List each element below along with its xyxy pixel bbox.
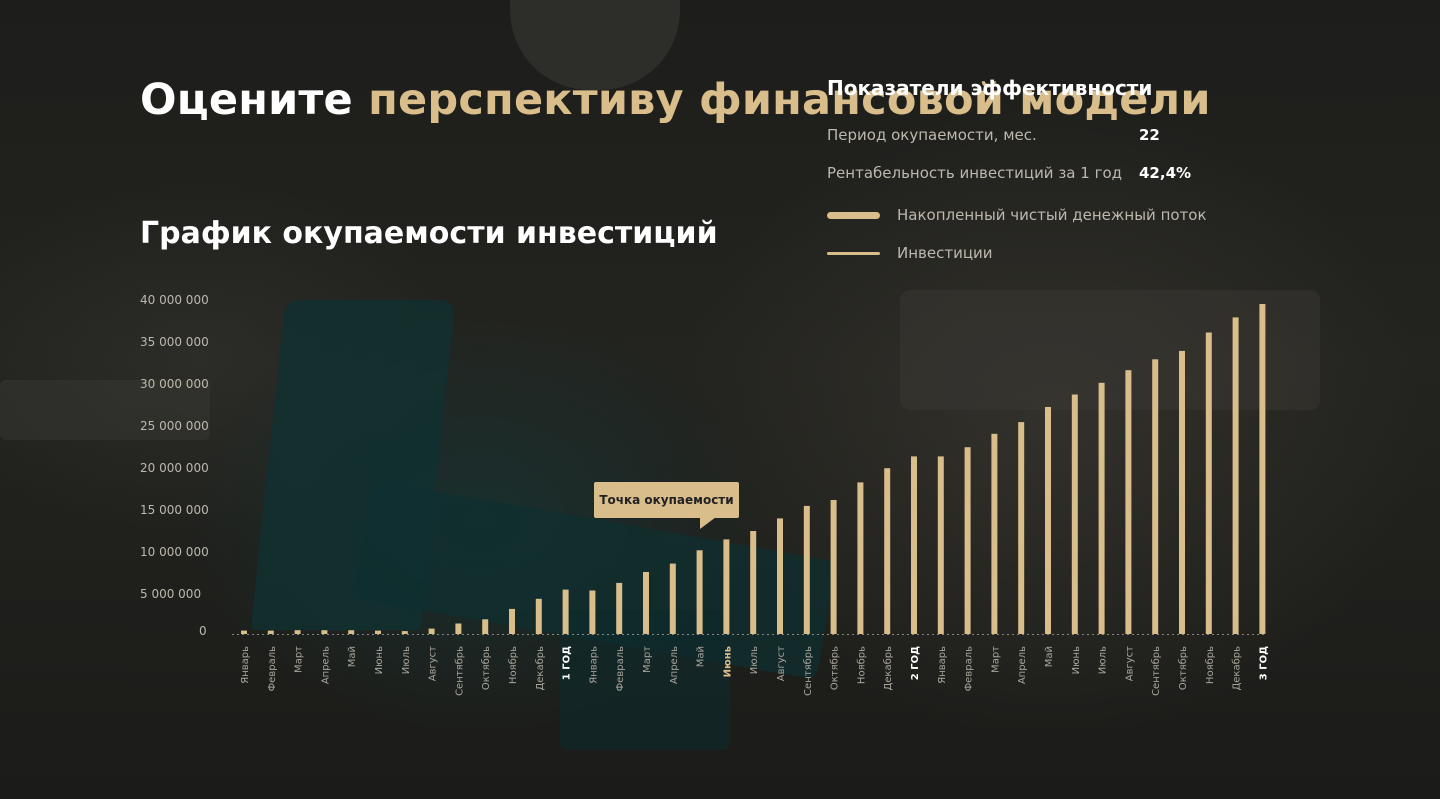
chart-bar bbox=[937, 456, 944, 634]
chart-bar bbox=[535, 598, 542, 634]
chart-bar bbox=[1018, 422, 1025, 634]
chart-bar bbox=[1125, 370, 1132, 634]
x-tick-label: Февраль bbox=[964, 646, 975, 692]
x-tick-label: Январь bbox=[937, 646, 948, 684]
chart-bar bbox=[1259, 304, 1266, 634]
x-tick-label: Апрель bbox=[669, 646, 680, 684]
x-tick-label: Март bbox=[990, 646, 1001, 673]
x-tick-label: Июль bbox=[401, 646, 412, 674]
x-tick-label: Апрель bbox=[320, 646, 331, 684]
chart-bar bbox=[562, 589, 569, 634]
chart-bar bbox=[509, 608, 515, 634]
x-tick-label: Сентябрь bbox=[454, 646, 465, 696]
chart-bar bbox=[1205, 332, 1212, 634]
chart-bar bbox=[884, 468, 891, 634]
x-tick-label: Июнь bbox=[1071, 646, 1082, 674]
chart-bar bbox=[294, 630, 301, 634]
x-tick-label: Февраль bbox=[615, 646, 626, 692]
chart-bar bbox=[1179, 350, 1185, 634]
x-tick-label: 2 ГОД bbox=[910, 646, 921, 680]
chart-bar bbox=[375, 630, 381, 634]
x-tick-label: Ноябрь bbox=[856, 646, 867, 684]
chart-bar bbox=[482, 619, 489, 634]
chart-bar bbox=[723, 539, 730, 634]
chart-bar bbox=[1071, 394, 1078, 634]
x-tick-label: Октябрь bbox=[1178, 646, 1189, 690]
chart-bar bbox=[777, 518, 783, 634]
chart-bar bbox=[348, 630, 355, 634]
x-tick-label: Октябрь bbox=[830, 646, 841, 690]
x-tick-label: Июль bbox=[749, 646, 760, 674]
chart-bar bbox=[857, 482, 864, 634]
chart-bar bbox=[696, 550, 703, 635]
x-tick-label: Декабрь bbox=[1232, 646, 1243, 691]
chart-bar bbox=[669, 563, 676, 634]
x-tick-label: Июнь bbox=[374, 646, 385, 674]
x-tick-label: Март bbox=[294, 646, 305, 673]
x-tick-label: Сентябрь bbox=[1151, 646, 1162, 696]
x-tick-label: Май bbox=[347, 646, 358, 667]
payback-point-callout-tail bbox=[700, 517, 716, 529]
chart-bar bbox=[830, 500, 837, 634]
payback-point-callout: Точка окупаемости bbox=[594, 482, 739, 518]
payback-bar-chart: Январь Февраль Март Апрель Май Июнь Июль Август… bbox=[232, 304, 1269, 696]
x-tick-label: Февраль bbox=[267, 646, 278, 692]
chart-bar bbox=[455, 623, 462, 634]
x-tick-label: Август bbox=[776, 646, 787, 681]
x-tick-label: Ноябрь bbox=[508, 646, 519, 684]
x-tick-label: Сентябрь bbox=[803, 646, 814, 696]
chart-bar bbox=[1232, 317, 1239, 634]
x-tick-label: Июль bbox=[1098, 646, 1109, 674]
x-tick-label: Март bbox=[642, 646, 653, 673]
chart-bar bbox=[750, 531, 757, 634]
chart-bar bbox=[321, 630, 328, 634]
chart-bar bbox=[643, 572, 649, 634]
x-tick-label: Май bbox=[696, 646, 707, 667]
chart-bar bbox=[1098, 382, 1105, 635]
x-tick-label: 3 ГОД bbox=[1258, 646, 1269, 680]
x-tick-label: Январь bbox=[588, 646, 599, 684]
x-tick-label: Август bbox=[1124, 646, 1135, 681]
x-tick-label: Май bbox=[1044, 646, 1055, 667]
x-tick-label: Январь bbox=[240, 646, 251, 684]
chart-bar bbox=[1152, 359, 1159, 634]
chart-bar bbox=[1045, 407, 1051, 634]
x-tick-label: Июнь bbox=[722, 646, 733, 677]
chart-bar bbox=[616, 582, 623, 634]
chart-bar bbox=[589, 590, 596, 635]
chart-bar bbox=[991, 433, 998, 634]
x-tick-label: Август bbox=[428, 646, 439, 681]
chart-bar bbox=[803, 505, 810, 634]
x-tick-label: Декабрь bbox=[535, 646, 546, 691]
x-tick-label: Октябрь bbox=[481, 646, 492, 690]
chart-bar bbox=[267, 630, 274, 634]
chart-bar bbox=[911, 456, 917, 634]
x-tick-label: Декабрь bbox=[883, 646, 894, 691]
chart-bar bbox=[241, 630, 247, 634]
x-tick-label: 1 ГОД bbox=[562, 646, 573, 680]
chart-bar bbox=[964, 447, 971, 634]
x-tick-label: Ноябрь bbox=[1205, 646, 1216, 684]
x-tick-label: Апрель bbox=[1017, 646, 1028, 684]
chart-bar bbox=[401, 631, 408, 634]
chart-bar bbox=[428, 628, 435, 634]
